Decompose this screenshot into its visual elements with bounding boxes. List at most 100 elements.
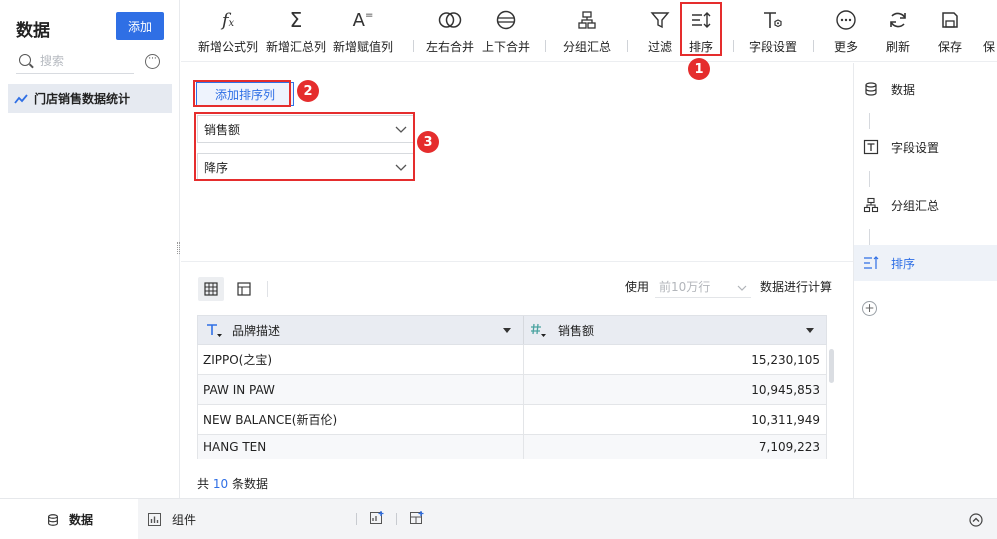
toolbar-save[interactable]: 保存 [935, 6, 965, 58]
line-chart-icon [14, 93, 28, 104]
filter-icon [650, 12, 670, 29]
toolbar-label: 保存 [937, 40, 962, 54]
step-connector [869, 229, 870, 245]
search-input[interactable] [40, 52, 130, 70]
chevron-down-icon [737, 285, 747, 291]
bottom-divider [356, 513, 357, 525]
caret-down-icon[interactable] [806, 328, 814, 334]
toolbar-label: 左右合并 [425, 40, 474, 54]
step-label: 分组汇总 [891, 199, 940, 213]
more-icon [836, 10, 856, 30]
data-preview: 使用 前10万行 数据进行计算 品牌描述 销售额 ZIPPO(之宝) 15,23… [181, 263, 853, 498]
formula-icon: fx [221, 9, 235, 31]
toolbar-label: 字段设置 [748, 40, 797, 54]
sigma-icon: Σ [289, 8, 303, 32]
step-data[interactable]: 数据 [854, 71, 997, 107]
toolbar-filter[interactable]: 过滤 [644, 6, 676, 58]
step-sort[interactable]: 排序 [854, 245, 997, 281]
group-summary-icon [863, 197, 879, 213]
add-dashboard-icon[interactable] [410, 511, 424, 525]
toolbar-more[interactable]: 更多 [831, 6, 861, 58]
highlight-box-sort [680, 2, 722, 56]
sales-cell: 10,311,949 [751, 412, 820, 427]
column-header-sales[interactable]: 销售额 [524, 316, 826, 344]
table-row[interactable]: NEW BALANCE(新百伦) 10,311,949 [197, 405, 827, 435]
column-name: 品牌描述 [232, 323, 281, 338]
sales-cell: 10,945,853 [751, 382, 820, 397]
toolbar-add-formula-column[interactable]: fx 新增公式列 [197, 6, 259, 58]
number-type-icon [531, 323, 546, 337]
field-settings-icon [863, 139, 879, 155]
toolbar-save-as[interactable]: 保 [983, 6, 997, 58]
toolbar-merge-vertical[interactable]: 上下合并 [480, 6, 532, 58]
column-header-brand[interactable]: 品牌描述 [198, 316, 524, 344]
toolbar-label: 刷新 [885, 40, 910, 54]
step-connector [869, 113, 870, 129]
bottom-bar: 数据 组件 [0, 498, 997, 539]
step-label: 字段设置 [891, 141, 940, 155]
toolbar-refresh[interactable]: 刷新 [883, 6, 913, 58]
row-limit-select[interactable]: 前10万行 [655, 278, 751, 298]
merge-vertical-icon [496, 10, 516, 30]
toolbar-divider [813, 40, 814, 52]
group-summary-icon [578, 11, 596, 29]
more-options-icon[interactable]: ··· [145, 54, 160, 69]
table-view-button[interactable] [198, 277, 224, 301]
sales-cell: 15,230,105 [751, 352, 820, 367]
table-header: 品牌描述 销售额 [197, 315, 827, 345]
collapse-up-icon[interactable] [969, 513, 983, 527]
refresh-icon [890, 12, 906, 28]
assign-icon: A= [352, 9, 374, 31]
layout-view-button[interactable] [231, 277, 257, 301]
layout-icon [237, 282, 251, 296]
panel-title: 数据 [16, 21, 50, 41]
row-count: 共 10 条数据 [197, 475, 268, 492]
table-row[interactable]: HANG TEN 7,109,223 [197, 435, 827, 459]
field-settings-icon [764, 12, 782, 28]
panel-resize-handle[interactable] [177, 242, 180, 254]
highlight-box-add-sort [193, 80, 291, 107]
data-table: 品牌描述 销售额 ZIPPO(之宝) 15,230,105 PAW IN PAW… [197, 315, 827, 459]
table-row[interactable]: PAW IN PAW 10,945,853 [197, 375, 827, 405]
count-prefix: 共 [197, 477, 210, 491]
search-box [16, 50, 134, 74]
toolbar-divider [627, 40, 628, 52]
table-body: ZIPPO(之宝) 15,230,105 PAW IN PAW 10,945,8… [197, 345, 827, 459]
step-label: 数据 [891, 83, 916, 97]
table-scrollbar[interactable] [829, 349, 834, 383]
brand-cell: ZIPPO(之宝) [198, 345, 524, 374]
tab-component[interactable]: 组件 [148, 499, 196, 539]
step-group-summary[interactable]: 分组汇总 [854, 187, 997, 223]
step-field-settings[interactable]: 字段设置 [854, 129, 997, 165]
brand-cell: NEW BALANCE(新百伦) [198, 405, 524, 434]
step-badge-2: 2 [297, 80, 319, 102]
toolbar-divider [733, 40, 734, 52]
grid-icon [204, 282, 218, 296]
use-label: 使用 [625, 280, 650, 294]
toolbar-group-summary[interactable]: 分组汇总 [561, 6, 613, 58]
toolbar-label: 过滤 [647, 40, 672, 54]
count-value: 10 [212, 477, 229, 491]
toolbar-field-settings[interactable]: 字段设置 [748, 6, 798, 58]
calc-label: 数据进行计算 [760, 280, 833, 294]
dataset-item[interactable]: 门店销售数据统计 [8, 84, 172, 113]
bottom-divider [396, 513, 397, 525]
tab-data[interactable]: 数据 [0, 499, 138, 539]
database-icon [865, 82, 877, 96]
toolbar-divider [545, 40, 546, 52]
tab-label: 组件 [172, 513, 197, 527]
toolbar-label: 保 [983, 40, 996, 54]
add-component-icon[interactable] [370, 511, 384, 525]
caret-down-icon[interactable] [503, 328, 511, 334]
chart-icon [148, 513, 161, 526]
toolbar-merge-horizontal[interactable]: 左右合并 [424, 6, 476, 58]
table-row[interactable]: ZIPPO(之宝) 15,230,105 [197, 345, 827, 375]
add-step-icon[interactable]: + [862, 301, 877, 316]
add-button[interactable]: 添加 [116, 12, 164, 40]
merge-horizontal-icon [438, 12, 462, 28]
toolbar-add-assign-column[interactable]: A= 新增赋值列 [332, 6, 394, 58]
column-name: 销售额 [558, 323, 595, 338]
sales-cell: 7,109,223 [758, 440, 820, 454]
save-icon [942, 12, 958, 28]
toolbar-add-summary-column[interactable]: Σ 新增汇总列 [265, 6, 327, 58]
